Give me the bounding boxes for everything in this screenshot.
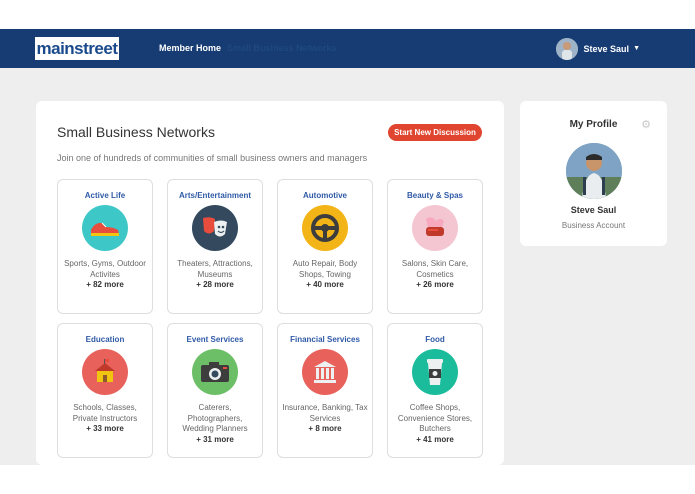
navbar: mainstreet Member Home Small Business Ne…	[0, 29, 695, 68]
card-more-count: + 28 more	[196, 280, 234, 289]
gear-icon[interactable]: ⚙	[641, 118, 651, 131]
schoolhouse-icon	[82, 349, 128, 395]
top-margin	[0, 0, 695, 29]
card-title: Arts/Entertainment	[178, 191, 251, 200]
profile-account-type: Business Account	[561, 221, 626, 230]
profile-name: Steve Saul	[570, 205, 617, 215]
user-menu[interactable]: Steve Saul ▼	[555, 29, 640, 68]
bottom-margin	[0, 465, 695, 494]
network-card-active-life[interactable]: Active Life Sports, Gyms, Outdoor Activi…	[57, 179, 153, 314]
card-more-count: + 26 more	[416, 280, 454, 289]
lipstick-icon	[412, 205, 458, 251]
network-card-financial-services[interactable]: Financial Services Insurance, Banking, T…	[277, 323, 373, 458]
card-more-count: + 33 more	[86, 424, 124, 433]
card-more-count: + 41 more	[416, 434, 454, 444]
networks-panel: Small Business Networks Start New Discus…	[36, 101, 504, 465]
card-title: Beauty & Spas	[406, 191, 464, 200]
profile-photo[interactable]	[566, 143, 622, 199]
card-description: Caterers, Photographers, Wedding Planner…	[182, 403, 248, 433]
network-card-event-services[interactable]: Event Services Caterers, Photographers, …	[167, 323, 263, 458]
profile-panel: My Profile ⚙ Steve Saul Business Account	[520, 101, 667, 246]
bank-icon	[302, 349, 348, 395]
card-title: Event Services	[186, 335, 244, 344]
card-description: Insurance, Banking, Tax Services	[282, 403, 368, 423]
avatar	[555, 37, 578, 60]
card-description: Theaters, Attractions, Museums	[177, 259, 253, 279]
network-card-food[interactable]: Food Coffee Shops, Convenience Stores, B…	[387, 323, 483, 458]
card-title: Automotive	[303, 191, 347, 200]
theater-masks-icon	[192, 205, 238, 251]
card-description: Salons, Skin Care, Cosmetics	[401, 259, 469, 279]
card-more-count: + 8 more	[308, 424, 342, 433]
nav-member-home[interactable]: Member Home	[159, 29, 221, 68]
card-title: Food	[425, 335, 445, 344]
user-name: Steve Saul	[583, 43, 630, 54]
network-card-education[interactable]: Education Schools, Classes, Private Inst…	[57, 323, 153, 458]
network-card-beauty-spas[interactable]: Beauty & Spas Salons, Skin Care, Cosmeti…	[387, 179, 483, 314]
mainstreet-logo[interactable]: mainstreet	[35, 37, 119, 60]
card-more-count: + 40 more	[306, 280, 344, 289]
card-description: Sports, Gyms, Outdoor Activites	[64, 259, 146, 279]
steering-wheel-icon	[302, 205, 348, 251]
camera-icon	[192, 349, 238, 395]
content-area: Small Business Networks Start New Discus…	[0, 68, 695, 465]
card-title: Active Life	[84, 191, 126, 200]
card-description: Coffee Shops, Convenience Stores, Butche…	[397, 403, 473, 433]
network-card-arts-entertainment[interactable]: Arts/Entertainment Theaters, Attractions…	[167, 179, 263, 314]
chevron-down-icon: ▼	[633, 45, 640, 52]
card-title: Education	[85, 335, 125, 344]
card-more-count: + 82 more	[86, 280, 124, 289]
card-title: Financial Services	[290, 335, 360, 344]
nav-small-business-networks[interactable]: Small Business Networks	[227, 29, 337, 68]
network-card-automotive[interactable]: Automotive Auto Repair, Body Shops, Towi…	[277, 179, 373, 314]
sneaker-icon	[82, 205, 128, 251]
start-new-discussion-button[interactable]: Start New Discussion	[388, 124, 482, 141]
page-subtitle: Join one of hundreds of communities of s…	[57, 153, 368, 163]
card-description: Schools, Classes, Private Instructors	[72, 403, 138, 423]
card-more-count: + 31 more	[196, 434, 234, 444]
page-title: Small Business Networks	[57, 124, 215, 140]
card-description: Auto Repair, Body Shops, Towing	[292, 259, 358, 279]
coffee-cup-icon	[412, 349, 458, 395]
